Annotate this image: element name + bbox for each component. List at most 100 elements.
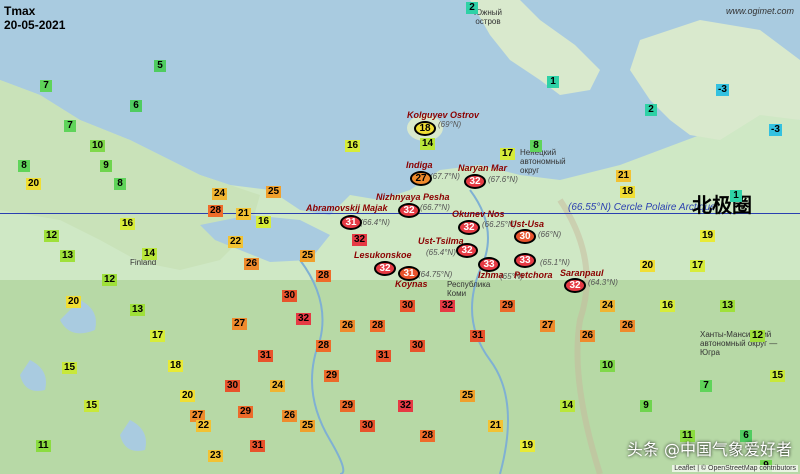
station-marker[interactable]: 20 — [26, 178, 42, 190]
station-marker[interactable]: 25 — [266, 186, 282, 198]
station-marker[interactable]: 8 — [114, 178, 126, 190]
station-marker[interactable]: 13 — [720, 300, 736, 312]
station-marker[interactable]: 29 — [238, 406, 254, 418]
station-marker[interactable]: 32 — [440, 300, 456, 312]
station-marker[interactable]: 32 — [352, 234, 368, 246]
station-marker[interactable]: 15 — [770, 370, 786, 382]
station-marker[interactable]: 28 — [316, 340, 332, 352]
station-marker[interactable]: 31 — [250, 440, 266, 452]
highlight-petchora[interactable]: 33 — [514, 253, 536, 268]
weather-map[interactable]: Tmax 20-05-2021 www.ogimet.com (66.55°N)… — [0, 0, 800, 474]
station-marker[interactable]: 24 — [212, 188, 228, 200]
station-marker[interactable]: 20 — [640, 260, 656, 272]
station-marker[interactable]: 1 — [730, 190, 742, 202]
station-marker[interactable]: 13 — [130, 304, 146, 316]
station-marker[interactable]: 29 — [324, 370, 340, 382]
station-marker[interactable]: 2 — [645, 104, 657, 116]
station-marker[interactable]: 23 — [208, 450, 224, 462]
station-marker[interactable]: 27 — [232, 318, 248, 330]
station-marker[interactable]: 22 — [228, 236, 244, 248]
station-marker[interactable]: 27 — [540, 320, 556, 332]
highlight-ust-tsilma[interactable]: 32 — [456, 243, 478, 258]
station-marker[interactable]: 24 — [600, 300, 616, 312]
station-marker[interactable]: -3 — [769, 124, 782, 136]
station-marker[interactable]: 16 — [120, 218, 136, 230]
highlight-naryan-mar[interactable]: 32 — [464, 174, 486, 189]
station-marker[interactable]: 12 — [44, 230, 60, 242]
highlight-koynas[interactable]: 31 — [398, 266, 420, 281]
station-marker[interactable]: 31 — [470, 330, 486, 342]
station-marker[interactable]: 15 — [84, 400, 100, 412]
station-marker[interactable]: 28 — [316, 270, 332, 282]
station-marker[interactable]: 11 — [36, 440, 51, 452]
station-marker[interactable]: 21 — [488, 420, 504, 432]
station-marker[interactable]: 28 — [420, 430, 436, 442]
station-marker[interactable]: 30 — [400, 300, 416, 312]
station-marker[interactable]: 21 — [616, 170, 632, 182]
station-marker[interactable]: 8 — [530, 140, 542, 152]
map-attribution[interactable]: Leaflet | © OpenStreetMap contributors — [672, 465, 798, 472]
station-marker[interactable]: 32 — [398, 400, 414, 412]
highlight-saranpaul[interactable]: 32 — [564, 278, 586, 293]
station-marker[interactable]: 7 — [700, 380, 712, 392]
highlight-lesukonskoe[interactable]: 32 — [374, 261, 396, 276]
station-marker[interactable]: 28 — [370, 320, 386, 332]
station-marker[interactable]: 6 — [130, 100, 142, 112]
station-marker[interactable]: 13 — [60, 250, 76, 262]
station-marker[interactable]: 14 — [142, 248, 158, 260]
highlight-nizhnyaya-pesha[interactable]: 32 — [398, 203, 420, 218]
station-marker[interactable]: 12 — [102, 274, 118, 286]
station-marker[interactable]: 14 — [420, 138, 436, 150]
station-marker[interactable]: 5 — [154, 60, 166, 72]
station-marker[interactable]: 17 — [500, 148, 516, 160]
station-marker[interactable]: 18 — [168, 360, 184, 372]
station-marker[interactable]: 2 — [466, 2, 478, 14]
station-marker[interactable]: 16 — [660, 300, 676, 312]
station-marker[interactable]: 10 — [600, 360, 616, 372]
station-marker[interactable]: 18 — [620, 186, 636, 198]
station-marker[interactable]: 9 — [100, 160, 112, 172]
station-marker[interactable]: 26 — [282, 410, 298, 422]
station-marker[interactable]: 26 — [340, 320, 356, 332]
station-marker[interactable]: 10 — [90, 140, 106, 152]
station-marker[interactable]: 21 — [236, 208, 252, 220]
station-marker[interactable]: 30 — [282, 290, 298, 302]
station-marker[interactable]: 25 — [300, 420, 316, 432]
station-marker[interactable]: 20 — [180, 390, 196, 402]
station-marker[interactable]: 1 — [547, 76, 559, 88]
station-marker[interactable]: 14 — [560, 400, 576, 412]
station-marker[interactable]: 31 — [376, 350, 392, 362]
station-marker[interactable]: -3 — [716, 84, 729, 96]
station-marker[interactable]: 16 — [345, 140, 361, 152]
station-marker[interactable]: 22 — [196, 420, 212, 432]
station-marker[interactable]: 30 — [225, 380, 241, 392]
station-marker[interactable]: 25 — [460, 390, 476, 402]
station-marker[interactable]: 8 — [18, 160, 30, 172]
station-marker[interactable]: 31 — [258, 350, 274, 362]
station-marker[interactable]: 9 — [640, 400, 652, 412]
station-marker[interactable]: 19 — [700, 230, 716, 242]
station-marker[interactable]: 25 — [300, 250, 316, 262]
station-marker[interactable]: 30 — [360, 420, 376, 432]
station-marker[interactable]: 19 — [520, 440, 536, 452]
station-marker[interactable]: 29 — [340, 400, 356, 412]
highlight-abramovskij[interactable]: 31 — [340, 215, 362, 230]
station-marker[interactable]: 30 — [410, 340, 426, 352]
station-marker[interactable]: 29 — [500, 300, 516, 312]
highlight-indiga[interactable]: 27 — [410, 171, 432, 186]
highlight-kolguyev[interactable]: 18 — [414, 121, 436, 136]
station-marker[interactable]: 15 — [62, 362, 78, 374]
station-marker[interactable]: 28 — [208, 205, 224, 217]
station-marker[interactable]: 17 — [150, 330, 166, 342]
station-marker[interactable]: 20 — [66, 296, 82, 308]
station-marker[interactable]: 26 — [620, 320, 636, 332]
station-marker[interactable]: 32 — [296, 313, 312, 325]
station-marker[interactable]: 7 — [64, 120, 76, 132]
station-marker[interactable]: 26 — [580, 330, 596, 342]
station-marker[interactable]: 16 — [256, 216, 272, 228]
station-marker[interactable]: 12 — [750, 330, 766, 342]
highlight-izhma[interactable]: 33 — [478, 257, 500, 272]
station-marker[interactable]: 26 — [244, 258, 260, 270]
station-marker[interactable]: 17 — [690, 260, 706, 272]
station-marker[interactable]: 24 — [270, 380, 286, 392]
